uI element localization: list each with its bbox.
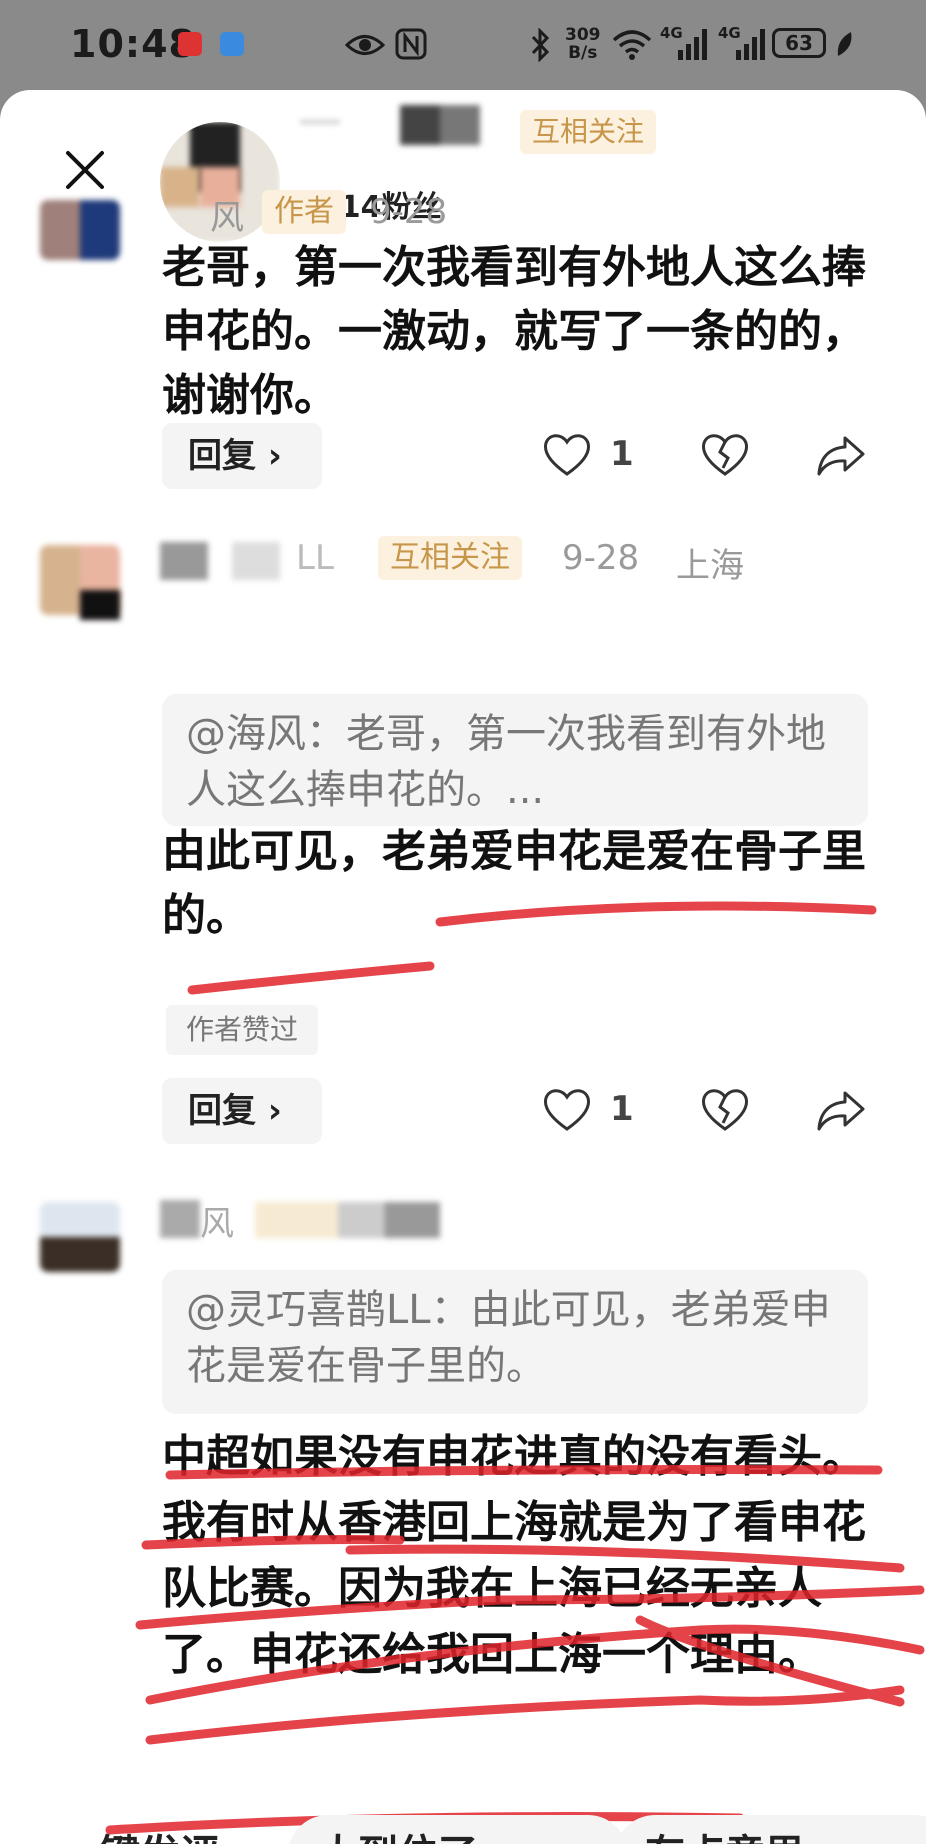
share-icon[interactable] — [815, 1089, 867, 1133]
broken-heart-icon[interactable] — [700, 432, 750, 478]
comment-text: 由此可见，老弟爱申花是爱在骨子里的。 — [162, 826, 866, 941]
signal-icon: 4G — [718, 24, 768, 62]
eye-icon — [345, 35, 385, 55]
commenter-avatar[interactable] — [40, 200, 120, 260]
commenter-name: 风 — [210, 198, 244, 238]
mutual-follow-tag: 互相关注 — [378, 536, 522, 580]
quick-comment-chip[interactable]: 有点意思 — [615, 1815, 926, 1844]
share-icon[interactable] — [815, 434, 867, 478]
wifi-icon — [612, 30, 652, 60]
comment-text: 中超如果没有申花进真的没有看头。我有时从香港回上海就是为了看申花队比赛。因为我在… — [162, 1431, 866, 1680]
quoted-comment[interactable]: @灵巧喜鹊LL：由此可见，老弟爱申花是爱在骨子里的。 — [162, 1270, 868, 1414]
leaf-icon — [837, 32, 852, 56]
comment-date: 9-28 — [370, 192, 448, 232]
notification-app-icon — [178, 32, 202, 56]
comment-sheet: 互相关注 1514粉丝 风 作者 9-28 老哥，第一次我看到有外地人这么捧申花… — [0, 90, 926, 1844]
quick-comment-chip[interactable]: 键发评 — [70, 1815, 250, 1844]
status-bar: 10:48 309 B/s 4G 4G 63 — [0, 0, 926, 90]
net-speed: 309 B/s — [565, 25, 601, 63]
commenter-name: LL — [296, 538, 334, 578]
quick-comment-chip[interactable]: 太到位了 — [288, 1815, 628, 1844]
like-count: 1 — [610, 434, 634, 474]
commenter-avatar[interactable] — [40, 1202, 120, 1272]
heart-icon[interactable] — [542, 432, 592, 478]
author-tag: 作者 — [262, 190, 346, 234]
broken-heart-icon[interactable] — [700, 1087, 750, 1133]
commenter-name-masked — [160, 542, 280, 580]
signal-icon: 4G — [660, 24, 710, 62]
reply-button[interactable]: 回复 › — [162, 423, 322, 489]
comment-text: 老哥，第一次我看到有外地人这么捧申花的。一激动，就写了一条的的，谢谢你。 — [162, 242, 866, 421]
mutual-follow-tag: 互相关注 — [520, 110, 657, 154]
heart-icon[interactable] — [542, 1087, 592, 1133]
author-name-masked — [400, 105, 480, 145]
close-icon[interactable] — [60, 145, 110, 195]
commenter-name: 风 — [200, 1204, 234, 1244]
battery-icon: 63 — [772, 28, 826, 58]
notification-app-icon — [220, 32, 244, 56]
nfc-icon — [395, 28, 427, 60]
avatar-shadow — [80, 590, 120, 620]
comment-location: 上海 — [676, 546, 744, 586]
reply-button[interactable]: 回复 › — [162, 1078, 322, 1144]
comment-date: 9-28 — [562, 538, 640, 578]
quoted-comment[interactable]: @海风：老哥，第一次我看到有外地人这么捧申花的。... — [162, 694, 868, 826]
like-count: 1 — [610, 1089, 634, 1129]
author-name-masked — [300, 120, 340, 124]
commenter-name-masked — [160, 1200, 200, 1238]
author-liked-badge: 作者赞过 — [166, 1005, 318, 1055]
bluetooth-icon — [531, 28, 550, 62]
commenter-name-masked — [255, 1202, 440, 1238]
